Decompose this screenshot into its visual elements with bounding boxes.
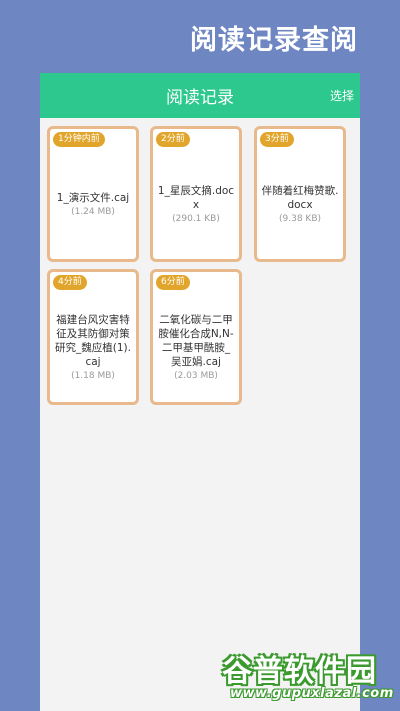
app-header: 阅读记录 选择 — [40, 73, 360, 118]
time-badge: 6分前 — [156, 275, 190, 290]
hero-title: 阅读记录查阅 — [190, 25, 358, 56]
record-card[interactable]: 3分前 伴随着红梅赞歌.docx (9.38 KB) — [254, 126, 346, 262]
card-body: 1_演示文件.caj (1.24 MB) — [50, 153, 136, 255]
page-title: 阅读记录 — [166, 88, 234, 108]
file-size: (9.38 KB) — [279, 214, 321, 224]
time-badge: 3分前 — [260, 132, 294, 147]
file-size: (2.03 MB) — [174, 371, 218, 381]
file-size: (290.1 KB) — [172, 214, 220, 224]
watermark-url: www.gupuxlazal.com — [230, 686, 394, 701]
record-card[interactable]: 4分前 福建台风灾害特征及其防御对策研究_魏应植(1).caj (1.18 MB… — [47, 269, 139, 405]
record-card[interactable]: 6分前 二氧化碳与二甲胺催化合成N,N-二甲基甲酰胺_吴亚娟.caj (2.03… — [150, 269, 242, 405]
card-body: 伴随着红梅赞歌.docx (9.38 KB) — [257, 153, 343, 255]
file-name: 二氧化碳与二甲胺催化合成N,N-二甲基甲酰胺_吴亚娟.caj — [158, 314, 234, 368]
record-card[interactable]: 2分前 1_星辰文摘.docx (290.1 KB) — [150, 126, 242, 262]
file-name: 1_演示文件.caj — [56, 192, 130, 204]
app-screen: 阅读记录 选择 1分钟内前 1_演示文件.caj (1.24 MB) 2分前 1… — [40, 73, 360, 711]
file-size: (1.24 MB) — [71, 207, 115, 217]
file-name: 伴随着红梅赞歌.docx — [261, 185, 339, 211]
file-name: 1_星辰文摘.docx — [157, 185, 235, 211]
time-badge: 2分前 — [156, 132, 190, 147]
file-size: (1.18 MB) — [71, 371, 115, 381]
select-button[interactable]: 选择 — [330, 87, 354, 104]
card-body: 二氧化碳与二甲胺催化合成N,N-二甲基甲酰胺_吴亚娟.caj (2.03 MB) — [153, 296, 239, 398]
watermark-text: 谷普软件园 — [222, 654, 377, 689]
watermark: 谷普软件园 www.gupuxlazal.com — [218, 646, 396, 708]
time-badge: 1分钟内前 — [53, 132, 105, 147]
card-body: 福建台风灾害特征及其防御对策研究_魏应植(1).caj (1.18 MB) — [50, 296, 136, 398]
file-name: 福建台风灾害特征及其防御对策研究_魏应植(1).caj — [55, 314, 131, 368]
card-body: 1_星辰文摘.docx (290.1 KB) — [153, 153, 239, 255]
record-card[interactable]: 1分钟内前 1_演示文件.caj (1.24 MB) — [47, 126, 139, 262]
time-badge: 4分前 — [53, 275, 87, 290]
